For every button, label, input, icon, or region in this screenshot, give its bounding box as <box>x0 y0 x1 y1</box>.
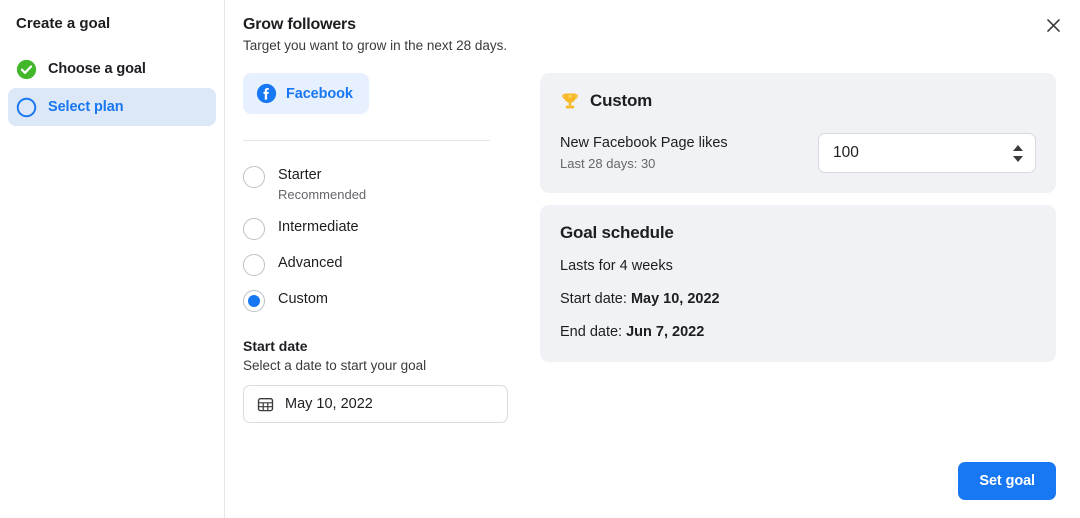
arrow-down-icon[interactable] <box>1013 155 1023 162</box>
radio-label: Advanced <box>278 255 343 271</box>
divider <box>243 140 490 141</box>
radio-label: Custom <box>278 291 328 307</box>
radio-indicator <box>243 166 265 188</box>
radio-option-advanced[interactable]: Advanced <box>243 253 508 276</box>
sidebar: Create a goal Choose a goal Select plan <box>0 0 225 518</box>
start-date-input[interactable]: May 10, 2022 <box>243 385 508 423</box>
start-date-field: Start date Select a date to start your g… <box>243 337 508 423</box>
facebook-icon <box>256 83 277 104</box>
close-icon <box>1046 18 1060 32</box>
content-columns: Facebook Starter Recommended Intermediat… <box>243 73 1056 423</box>
custom-card-title: Custom <box>590 91 653 110</box>
plan-radio-group: Starter Recommended Intermediate Advance… <box>243 165 508 312</box>
sidebar-title: Create a goal <box>16 15 111 32</box>
set-goal-button[interactable]: Set goal <box>958 462 1056 500</box>
radio-indicator <box>243 254 265 276</box>
calendar-icon <box>257 397 274 411</box>
check-circle-icon <box>16 59 37 79</box>
stepper-value[interactable]: 100 <box>833 144 859 162</box>
page-subtitle: Target you want to grow in the next 28 d… <box>243 38 508 53</box>
metric-name: New Facebook Page likes <box>560 135 728 151</box>
step-list: Choose a goal Select plan <box>0 50 224 126</box>
arrow-up-icon[interactable] <box>1013 144 1023 151</box>
schedule-title: Goal schedule <box>560 223 674 242</box>
metric-row: New Facebook Page likes Last 28 days: 30… <box>560 133 1036 173</box>
sidebar-item-select-plan[interactable]: Select plan <box>8 88 216 126</box>
schedule-start-label: Start date: <box>560 291 627 307</box>
tab-label: Facebook <box>286 85 353 102</box>
goal-value-stepper[interactable]: 100 <box>818 133 1036 173</box>
sidebar-item-label: Select plan <box>48 99 124 115</box>
radio-label: Starter <box>278 167 322 183</box>
radio-option-custom[interactable]: Custom <box>243 289 508 312</box>
tab-facebook[interactable]: Facebook <box>243 73 369 114</box>
trophy-icon <box>562 93 578 109</box>
custom-goal-card: Custom New Facebook Page likes Last 28 d… <box>540 73 1056 193</box>
radio-option-intermediate[interactable]: Intermediate <box>243 217 508 240</box>
main-panel: Grow followers Target you want to grow i… <box>225 0 1080 518</box>
radio-indicator-selected <box>243 290 265 312</box>
schedule-end-date: End date: Jun 7, 2022 <box>560 323 1036 342</box>
schedule-end-value: Jun 7, 2022 <box>626 324 705 340</box>
start-date-description: Select a date to start your goal <box>243 358 427 373</box>
page-title: Grow followers <box>243 16 356 33</box>
start-date-value: May 10, 2022 <box>285 396 373 412</box>
summary-column: Custom New Facebook Page likes Last 28 d… <box>526 73 1056 423</box>
schedule-start-value: May 10, 2022 <box>630 291 720 307</box>
sidebar-item-label: Choose a goal <box>48 61 146 77</box>
close-button[interactable] <box>1038 10 1068 40</box>
plan-selection-column: Facebook Starter Recommended Intermediat… <box>243 73 526 423</box>
circle-outline-icon <box>16 97 37 117</box>
metric-text-block: New Facebook Page likes Last 28 days: 30 <box>560 134 728 172</box>
metric-sublabel: Last 28 days: 30 <box>560 156 656 171</box>
schedule-duration: Lasts for 4 weeks <box>560 258 673 274</box>
radio-indicator <box>243 218 265 240</box>
footer-actions: Set goal <box>958 462 1056 500</box>
start-date-title: Start date <box>243 338 308 354</box>
radio-label: Intermediate <box>278 219 359 235</box>
custom-card-header: Custom <box>560 91 1036 111</box>
schedule-end-label: End date: <box>560 324 623 340</box>
goal-schedule-card: Goal schedule Lasts for 4 weeks Start da… <box>540 205 1056 362</box>
sidebar-item-choose-a-goal[interactable]: Choose a goal <box>8 50 216 99</box>
stepper-arrows <box>1013 144 1023 162</box>
create-goal-dialog: Create a goal Choose a goal Select plan … <box>0 0 1080 518</box>
radio-sublabel: Recommended <box>278 187 367 202</box>
radio-option-starter[interactable]: Starter Recommended <box>243 165 508 203</box>
schedule-start-date: Start date: May 10, 2022 <box>560 290 1036 309</box>
